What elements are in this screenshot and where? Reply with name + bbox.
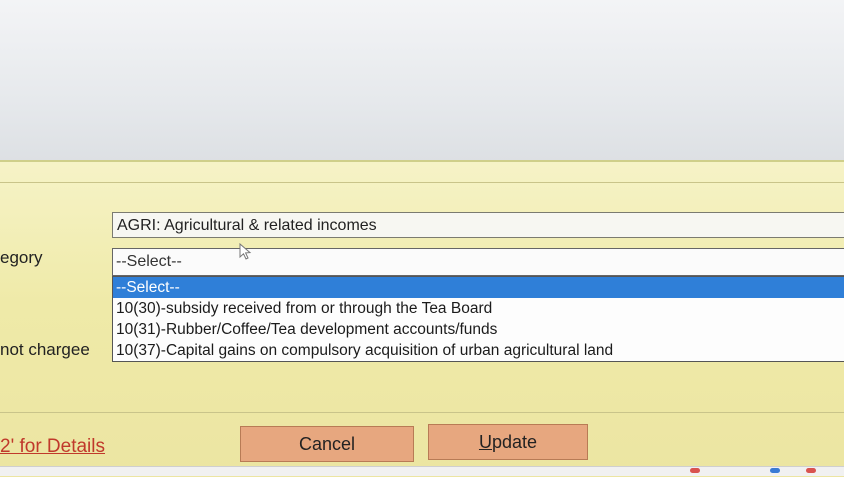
- category-dropdown-list[interactable]: --Select-- 10(30)-subsidy received from …: [112, 276, 844, 362]
- category-select[interactable]: --Select--: [112, 248, 844, 276]
- panel-divider: [0, 412, 844, 413]
- status-mark: [690, 468, 700, 473]
- dropdown-option[interactable]: --Select--: [113, 277, 844, 298]
- details-link[interactable]: 2' for Details: [0, 436, 105, 458]
- category-label: egory: [0, 248, 43, 267]
- cancel-button[interactable]: Cancel: [240, 426, 414, 462]
- window-background: [0, 0, 844, 168]
- dropdown-option[interactable]: 10(30)-subsidy received from or through …: [113, 298, 844, 319]
- status-mark: [806, 468, 816, 473]
- dropdown-option[interactable]: 10(37)-Capital gains on compulsory acqui…: [113, 340, 844, 361]
- not-charged-label: not chargee: [0, 340, 90, 359]
- income-head-field[interactable]: AGRI: Agricultural & related incomes: [112, 212, 844, 238]
- mouse-pointer-icon: [239, 243, 252, 260]
- status-mark: [770, 468, 780, 473]
- update-button[interactable]: Update: [428, 424, 588, 460]
- panel-divider: [0, 182, 844, 183]
- dropdown-option[interactable]: 10(31)-Rubber/Coffee/Tea development acc…: [113, 319, 844, 340]
